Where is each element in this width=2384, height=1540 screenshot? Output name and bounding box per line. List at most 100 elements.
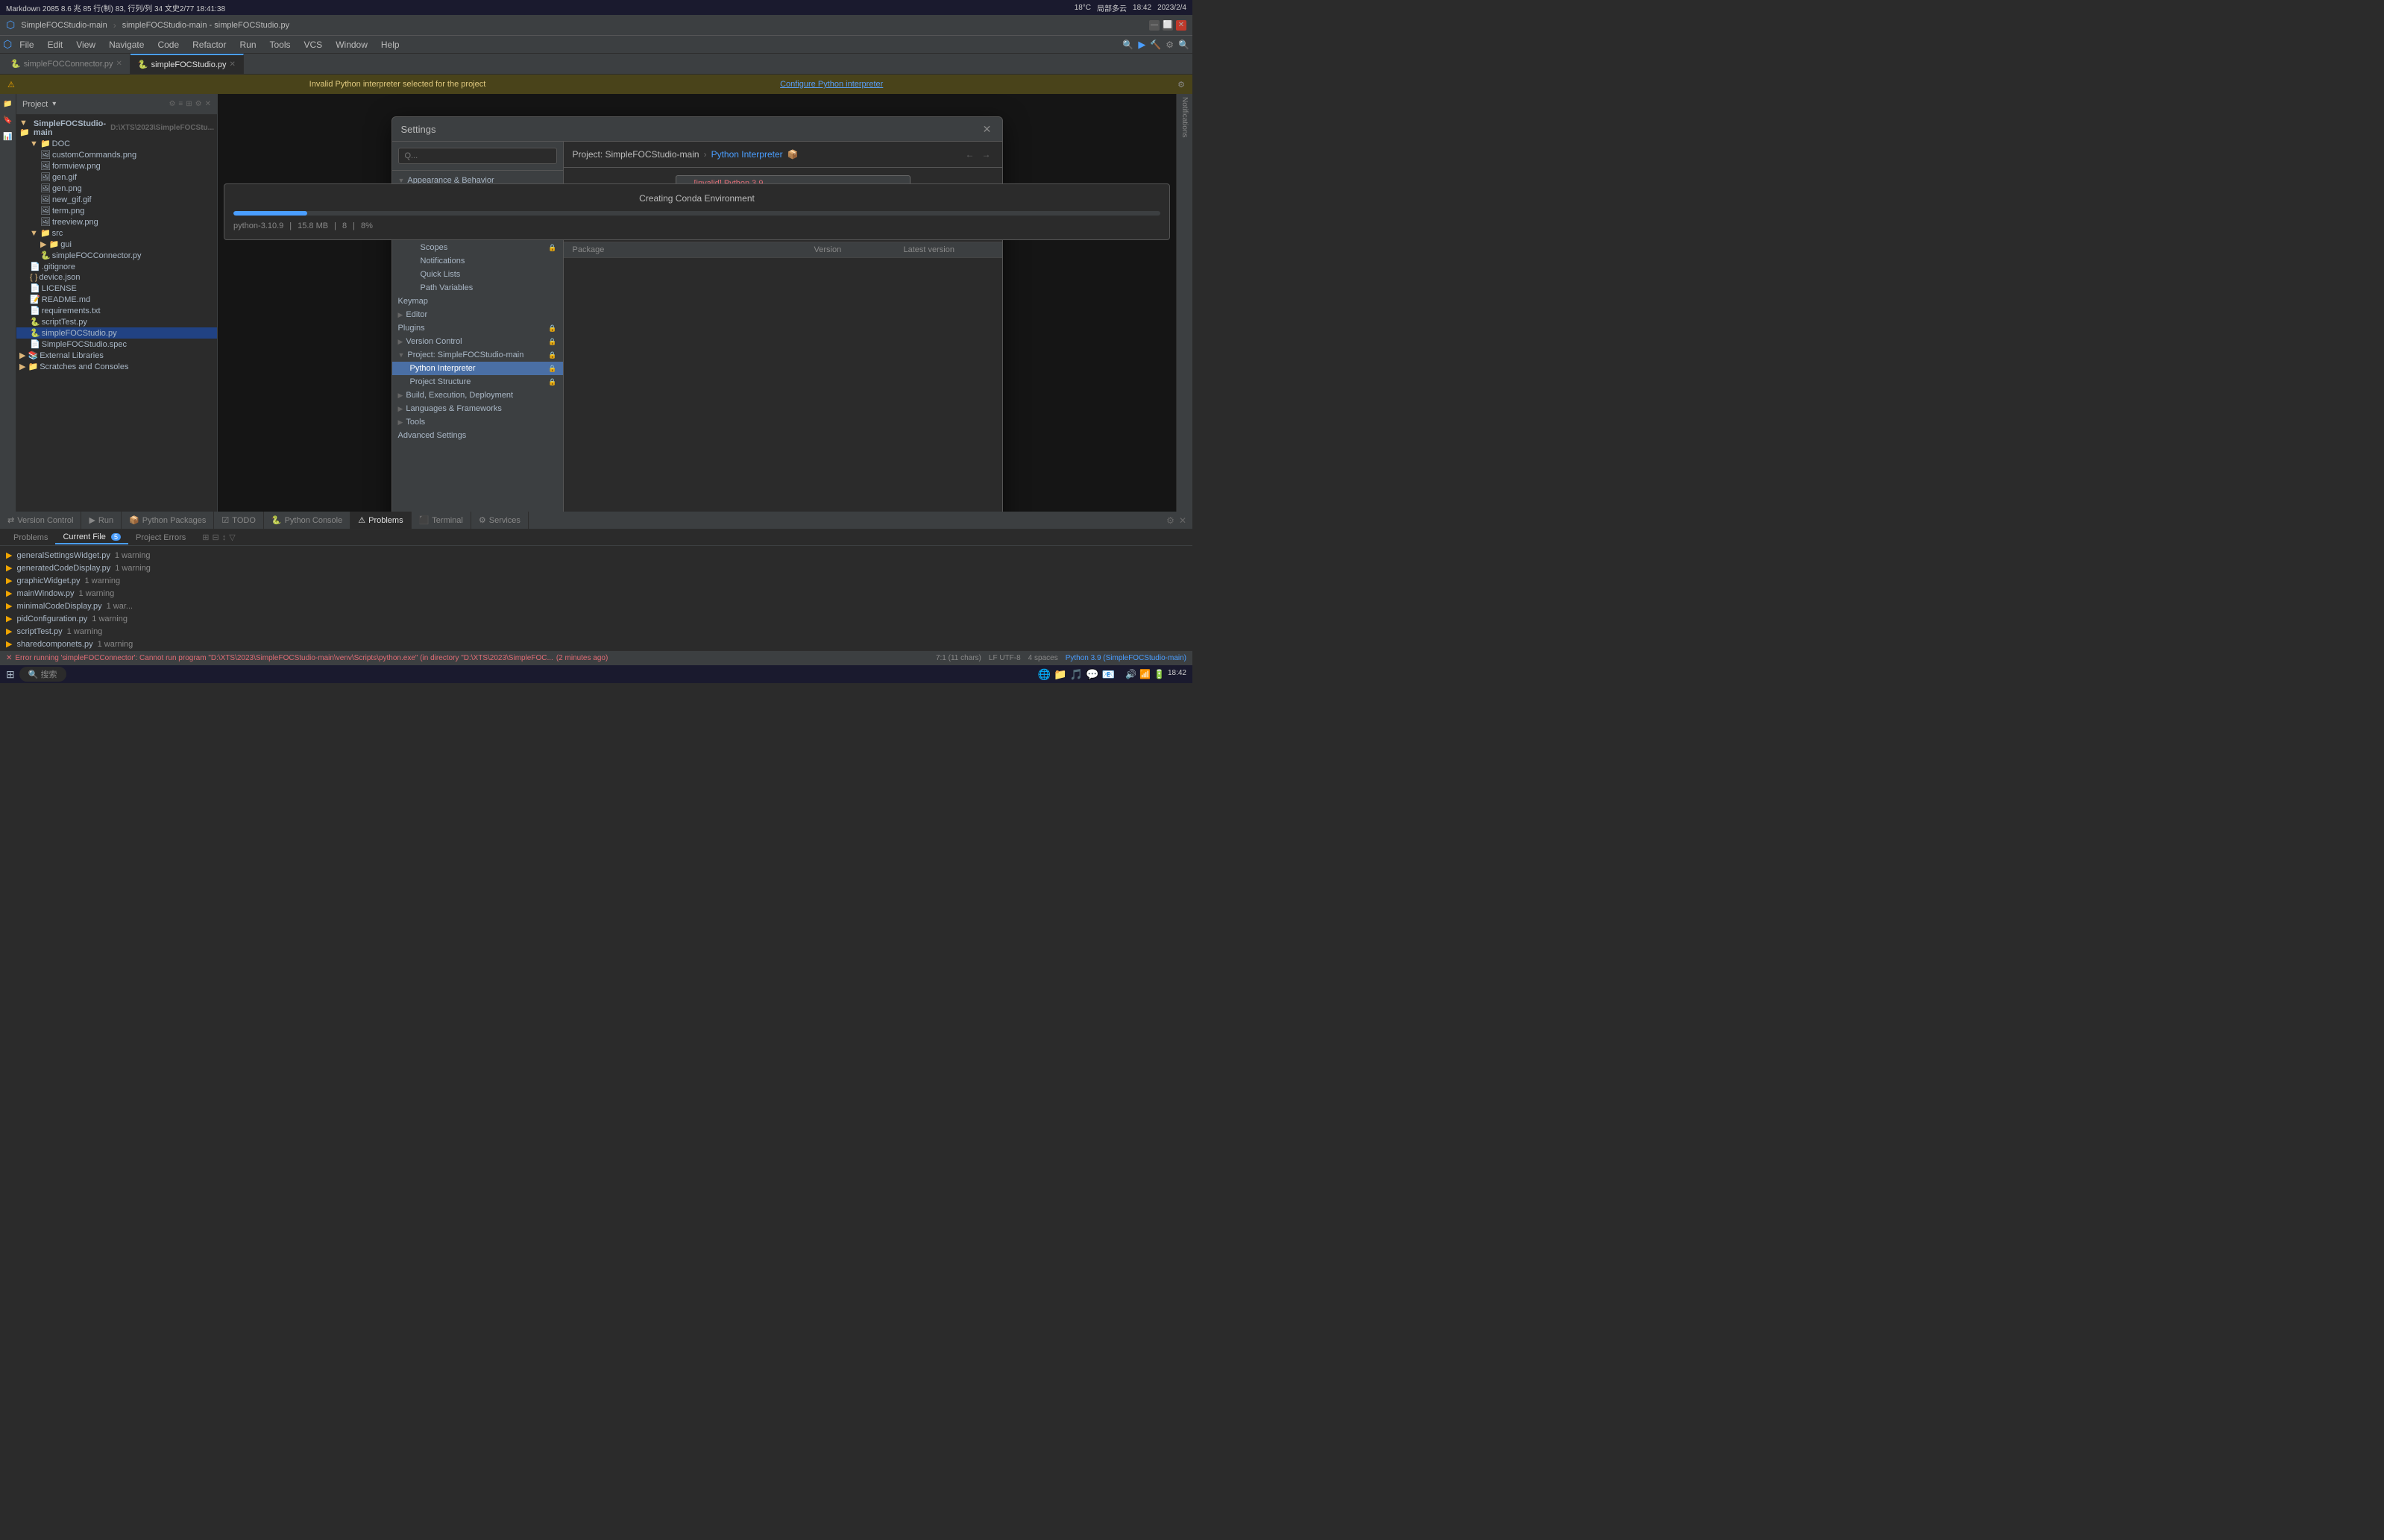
notifications-icon[interactable]: Notifications	[1180, 97, 1189, 137]
menu-file[interactable]: File	[13, 38, 40, 51]
subtab-current-file[interactable]: Current File 5	[55, 531, 128, 544]
nav-forward-button[interactable]: →	[980, 148, 993, 161]
tree-file-gen-gif[interactable]: 🖼 gen.gif	[16, 172, 217, 183]
tab-simplefocconnector[interactable]: 🐍 simpleFOCConnector.py ✕	[3, 54, 130, 74]
menu-code[interactable]: Code	[151, 38, 185, 51]
tree-file-formview[interactable]: 🖼 formview.png	[16, 160, 217, 172]
minimize-button[interactable]: —	[1149, 20, 1160, 31]
tree-root[interactable]: ▼ 📁 SimpleFOCStudio-main D:\XTS\2023\Sim…	[16, 118, 217, 138]
sync-icon[interactable]: ⚙	[169, 100, 175, 108]
menu-tools[interactable]: Tools	[264, 38, 297, 51]
tree-file-connector-py[interactable]: 🐍 simpleFOCConnector.py	[16, 250, 217, 261]
settings-item-editor[interactable]: ▶ Editor	[392, 308, 563, 321]
taskbar-app1[interactable]: 🌐	[1038, 668, 1051, 681]
settings-item-project[interactable]: ▼ Project: SimpleFOCStudio-main 🔒	[392, 348, 563, 362]
filter-problems-icon[interactable]: ▽	[229, 532, 235, 542]
tab-simplefocstudio[interactable]: 🐍 simpleFOCStudio.py ✕	[130, 54, 244, 74]
problem-item[interactable]: ▶ minimalCodeDisplay.py 1 war...	[3, 600, 1189, 612]
settings-item-advanced[interactable]: Advanced Settings	[392, 429, 563, 442]
tab-run[interactable]: ▶ Run	[81, 512, 122, 529]
sort-problems-icon[interactable]: ↕	[222, 533, 227, 542]
tree-folder-src[interactable]: ▼ 📁 src	[16, 227, 217, 239]
close-panel-icon[interactable]: ✕	[205, 100, 211, 108]
tree-file-term[interactable]: 🖼 term.png	[16, 205, 217, 216]
tree-file-license[interactable]: 📄 LICENSE	[16, 283, 217, 294]
settings-item-project-structure[interactable]: Project Structure 🔒	[392, 375, 563, 389]
settings-item-notifications[interactable]: Notifications	[392, 254, 563, 268]
settings-icon[interactable]: ⚙	[1166, 40, 1174, 50]
structure-icon[interactable]: 📊	[1, 130, 15, 143]
menu-window[interactable]: Window	[330, 38, 374, 51]
settings-item-languages[interactable]: ▶ Languages & Frameworks	[392, 402, 563, 415]
python-version[interactable]: Python 3.9 (SimpleFOCStudio-main)	[1066, 654, 1186, 662]
tree-file-studio[interactable]: 🐍 simpleFOCStudio.py	[16, 327, 217, 339]
tab-close-connector[interactable]: ✕	[116, 60, 122, 68]
search-icon[interactable]: 🔍	[1178, 40, 1189, 50]
build-button[interactable]: 🔨	[1150, 40, 1161, 50]
settings-item-build[interactable]: ▶ Build, Execution, Deployment	[392, 389, 563, 402]
menu-vcs[interactable]: VCS	[298, 38, 329, 51]
taskbar-app4[interactable]: 💬	[1086, 668, 1098, 681]
menu-edit[interactable]: Edit	[42, 38, 69, 51]
menu-navigate[interactable]: Navigate	[103, 38, 150, 51]
tree-folder-gui[interactable]: ▶ 📁 gui	[16, 239, 217, 250]
problem-item[interactable]: ▶ sharedcomponets.py 1 warning	[3, 638, 1189, 650]
expand-icon[interactable]: ⊞	[186, 100, 192, 108]
settings-search-input[interactable]	[398, 148, 557, 164]
problem-item[interactable]: ▶ scriptTest.py 1 warning	[3, 625, 1189, 638]
settings-item-path-variables[interactable]: Path Variables	[392, 281, 563, 295]
windows-icon[interactable]: ⊞	[6, 668, 15, 681]
tree-file-gitignore[interactable]: 📄 .gitignore	[16, 261, 217, 272]
collapse-tree-icon[interactable]: ⊟	[212, 532, 218, 542]
settings-item-plugins[interactable]: Plugins 🔒	[392, 321, 563, 335]
run-button[interactable]: ▶	[1138, 39, 1145, 51]
tree-file-newgif[interactable]: 🖼 new_gif.gif	[16, 194, 217, 205]
tab-terminal[interactable]: ⬛ Terminal	[412, 512, 471, 529]
tree-file-custcmd[interactable]: 🖼 customCommands.png	[16, 149, 217, 160]
problem-item[interactable]: ▶ pidConfiguration.py 1 warning	[3, 612, 1189, 625]
tree-file-scripttest[interactable]: 🐍 scriptTest.py	[16, 316, 217, 327]
settings-item-python-interpreter[interactable]: Python Interpreter 🔒	[392, 362, 563, 375]
settings-item-quick-lists[interactable]: Quick Lists	[392, 268, 563, 281]
settings-item-version-control[interactable]: ▶ Version Control 🔒	[392, 335, 563, 348]
search-everywhere-icon[interactable]: 🔍	[1122, 40, 1133, 50]
menu-help[interactable]: Help	[375, 38, 406, 51]
tab-problems[interactable]: ⚠ Problems	[350, 512, 411, 529]
settings-gear-icon[interactable]: ⚙	[195, 100, 202, 108]
menu-run[interactable]: Run	[233, 38, 262, 51]
problem-item[interactable]: ▶ generatedCodeDisplay.py 1 warning	[3, 562, 1189, 574]
search-box[interactable]: 🔍 搜索	[19, 667, 66, 682]
problem-item[interactable]: ▶ graphicWidget.py 1 warning	[3, 574, 1189, 587]
tree-file-device[interactable]: { } device.json	[16, 272, 217, 283]
tab-close-studio[interactable]: ✕	[230, 60, 236, 69]
settings-item-scopes[interactable]: Scopes 🔒	[392, 241, 563, 254]
sort-icon[interactable]: ≡	[178, 100, 183, 108]
tab-python-console[interactable]: 🐍 Python Console	[264, 512, 350, 529]
panel-close-icon[interactable]: ✕	[1179, 515, 1186, 526]
taskbar-app5[interactable]: 📧	[1102, 668, 1115, 681]
subtab-problems[interactable]: Problems	[6, 532, 55, 544]
problem-item[interactable]: ▶ generalSettingsWidget.py 1 warning	[3, 549, 1189, 562]
tree-file-readme[interactable]: 📝 README.md	[16, 294, 217, 305]
maximize-button[interactable]: ⬜	[1163, 20, 1173, 31]
settings-item-keymap[interactable]: Keymap	[392, 295, 563, 308]
configure-interpreter-link[interactable]: Configure Python interpreter	[780, 80, 883, 89]
project-chevron[interactable]: ▾	[52, 100, 56, 108]
tree-folder-doc[interactable]: ▼ 📁 DOC	[16, 138, 217, 149]
tab-python-packages[interactable]: 📦 Python Packages	[122, 512, 214, 529]
panel-settings-icon[interactable]: ⚙	[1166, 515, 1174, 526]
tree-file-requirements[interactable]: 📄 requirements.txt	[16, 305, 217, 316]
menu-refactor[interactable]: Refactor	[186, 38, 232, 51]
tree-file-spec[interactable]: 📄 SimpleFOCStudio.spec	[16, 339, 217, 350]
close-button[interactable]: ✕	[1176, 20, 1186, 31]
notif-settings-icon[interactable]: ⚙	[1177, 80, 1185, 89]
tree-file-treeview[interactable]: 🖼 treeview.png	[16, 216, 217, 227]
taskbar-app2[interactable]: 📁	[1054, 668, 1066, 681]
menu-view[interactable]: View	[70, 38, 101, 51]
dialog-close-button[interactable]: ✕	[981, 123, 993, 135]
tab-services[interactable]: ⚙ Services	[471, 512, 529, 529]
bookmarks-icon[interactable]: 🔖	[1, 113, 15, 127]
tab-todo[interactable]: ☑ TODO	[214, 512, 263, 529]
tree-file-gen-png[interactable]: 🖼 gen.png	[16, 183, 217, 194]
problem-item[interactable]: ▶ mainWindow.py 1 warning	[3, 587, 1189, 600]
